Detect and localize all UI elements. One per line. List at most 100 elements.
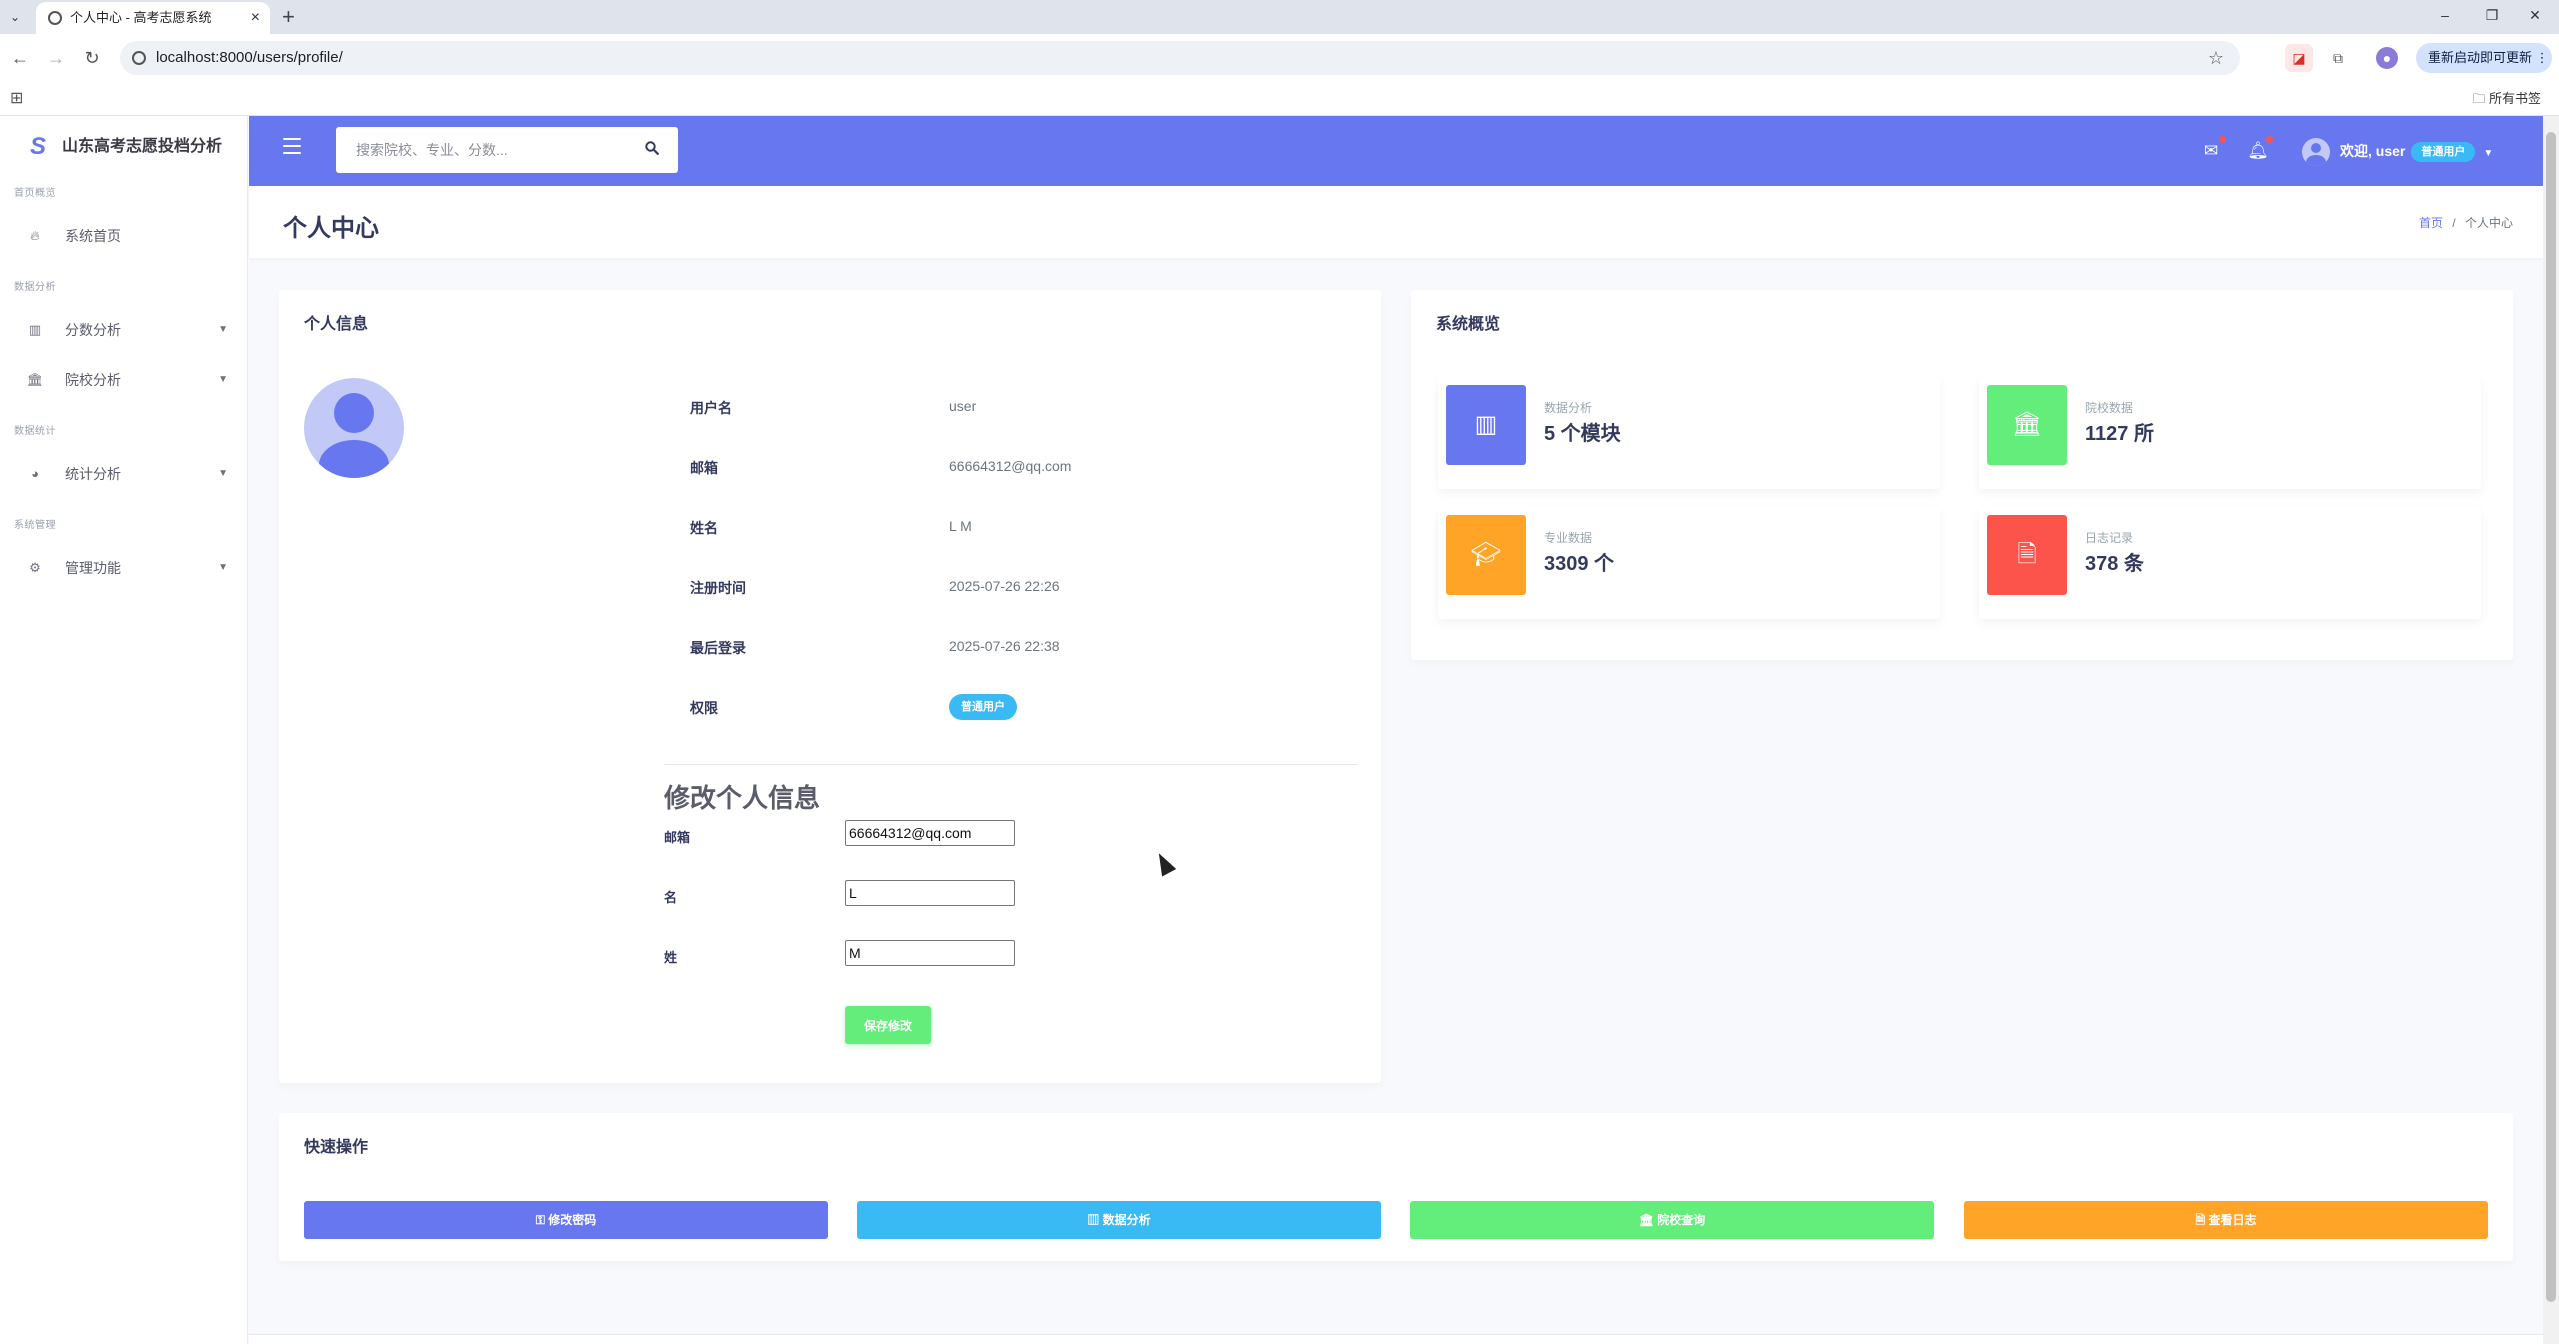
update-label: 重新启动即可更新 bbox=[2428, 50, 2533, 65]
user-dropdown[interactable]: 欢迎, user 普通用户 ▼ bbox=[2302, 134, 2493, 168]
site-info-icon[interactable] bbox=[132, 51, 146, 65]
welcome-text: 欢迎, user bbox=[2340, 143, 2406, 159]
notification-dot bbox=[2266, 136, 2273, 143]
notification-dot bbox=[2219, 136, 2226, 143]
name-value: L M bbox=[949, 518, 972, 534]
sidebar-item-statistics[interactable]: ◕ 统计分析 ▼ bbox=[0, 454, 248, 494]
stat-label: 数据分析 bbox=[1544, 401, 1593, 415]
permission-label: 权限 bbox=[690, 700, 718, 716]
stat-card-analysis: ▥ 数据分析 5 个模块 bbox=[1438, 377, 1940, 489]
profile-card-title: 个人信息 bbox=[304, 316, 369, 333]
forward-arrow-icon[interactable]: → bbox=[44, 46, 68, 70]
envelope-icon[interactable]: ✉ bbox=[2198, 136, 2226, 164]
sidebar: S 山东高考志愿投档分析 首页概览 🔥︎ 系统首页 数据分析 ▥ 分数分析 ▼ 🏛… bbox=[0, 116, 248, 1344]
page-scrollbar[interactable] bbox=[2543, 116, 2559, 1344]
data-analysis-button[interactable]: ▥ 数据分析 bbox=[857, 1201, 1381, 1239]
globe-icon bbox=[48, 11, 62, 25]
window-close-icon[interactable]: ✕ bbox=[2515, 0, 2555, 30]
sidebar-item-label: 系统首页 bbox=[65, 228, 121, 244]
email-field-label: 邮箱 bbox=[664, 830, 691, 845]
stat-value: 5 个模块 bbox=[1544, 423, 1621, 445]
button-label: 查看日志 bbox=[2208, 1213, 2257, 1227]
username-label: 用户名 bbox=[690, 400, 732, 416]
browser-tab-bar: ⌄ 个人中心 - 高考志愿系统 × + – ❐ ✕ bbox=[0, 0, 2559, 34]
apps-grid-icon[interactable]: ⊞ bbox=[10, 91, 26, 107]
last-login-label: 最后登录 bbox=[690, 640, 746, 656]
breadcrumb-home-link[interactable]: 首页 bbox=[2419, 216, 2443, 230]
breadcrumb-current: 个人中心 bbox=[2464, 216, 2513, 230]
sidebar-heading-management: 系统管理 bbox=[14, 520, 56, 531]
stat-label: 日志记录 bbox=[2085, 531, 2134, 545]
first-name-field[interactable] bbox=[845, 880, 1015, 906]
all-bookmarks-button[interactable]: 🗀 所有书签 bbox=[2472, 82, 2541, 116]
profile-card: 个人信息 用户名 user 邮箱 66664312@qq.com 姓名 L M … bbox=[279, 290, 1381, 1083]
first-name-field-label: 名 bbox=[664, 890, 678, 905]
tab-close-icon[interactable]: × bbox=[251, 2, 260, 34]
new-tab-plus-icon[interactable]: + bbox=[282, 2, 295, 32]
stat-card-logs: 🗎 日志记录 378 条 bbox=[1979, 507, 2481, 619]
name-label: 姓名 bbox=[690, 520, 718, 536]
quick-actions-card: 快速操作 ⚿ 修改密码 ▥ 数据分析 🏛︎ 院校查询 🗎 查看日志 bbox=[279, 1113, 2513, 1261]
sidebar-brand[interactable]: S 山东高考志愿投档分析 bbox=[30, 132, 222, 162]
restore-icon[interactable]: ❐ bbox=[2472, 0, 2512, 30]
university-icon: 🏛︎ bbox=[1987, 385, 2067, 465]
quick-actions-row: ⚿ 修改密码 ▥ 数据分析 🏛︎ 院校查询 🗎 查看日志 bbox=[304, 1201, 2488, 1239]
stat-value: 378 条 bbox=[2085, 553, 2144, 575]
sidebar-item-school-analysis[interactable]: 🏛︎ 院校分析 ▼ bbox=[0, 360, 248, 400]
last-login-value: 2025-07-26 22:38 bbox=[949, 638, 1060, 654]
last-name-field[interactable] bbox=[845, 940, 1015, 966]
chart-icon: ▥ bbox=[28, 322, 42, 337]
chevron-down-icon: ▼ bbox=[2483, 148, 2494, 159]
browser-update-button[interactable]: 重新启动即可更新 ⋮ bbox=[2416, 43, 2552, 73]
scrollbar-thumb[interactable] bbox=[2546, 132, 2556, 1302]
change-password-button[interactable]: ⚿ 修改密码 bbox=[304, 1201, 828, 1239]
extensions-puzzle-icon[interactable]: ⧉ bbox=[2324, 44, 2352, 72]
reload-icon[interactable]: ↻ bbox=[80, 46, 104, 70]
browser-tab-active[interactable]: 个人中心 - 高考志愿系统 × bbox=[36, 2, 270, 34]
file-icon: 🗎 bbox=[2195, 1213, 2206, 1227]
chevron-down-icon: ▼ bbox=[218, 468, 228, 479]
sidebar-item-home[interactable]: 🔥︎ 系统首页 bbox=[0, 216, 248, 256]
bookmark-star-icon[interactable]: ☆ bbox=[2208, 41, 2224, 75]
quick-actions-title: 快速操作 bbox=[304, 1139, 369, 1156]
url-omnibox[interactable]: localhost:8000/users/profile/ ☆ bbox=[120, 41, 2240, 75]
minimize-icon[interactable]: – bbox=[2425, 0, 2465, 30]
stat-card-schools: 🏛︎ 院校数据 1127 所 bbox=[1979, 377, 2481, 489]
search-input[interactable] bbox=[336, 127, 626, 173]
breadcrumb: 首页 / 个人中心 bbox=[2419, 214, 2513, 231]
brand-logo-icon: S bbox=[30, 133, 47, 160]
page-header: 个人中心 首页 / 个人中心 bbox=[249, 186, 2543, 258]
save-button[interactable]: 保存修改 bbox=[845, 1006, 931, 1044]
overview-card-title: 系统概览 bbox=[1436, 316, 1501, 333]
chevron-down-icon: ▼ bbox=[218, 324, 228, 335]
key-icon: ⚿ bbox=[535, 1213, 545, 1227]
university-icon: 🏛︎ bbox=[26, 372, 44, 387]
top-navbar: ✉ 🔔︎ 欢迎, user 普通用户 ▼ bbox=[249, 116, 2543, 186]
chevron-down-icon: ▼ bbox=[218, 562, 228, 573]
extension-icon[interactable]: ◪ bbox=[2285, 44, 2313, 72]
sidebar-item-label: 管理功能 bbox=[65, 560, 121, 576]
view-logs-button[interactable]: 🗎 查看日志 bbox=[1964, 1201, 2488, 1239]
bar-chart-icon: ▥ bbox=[1446, 385, 1526, 465]
sidebar-item-label: 分数分析 bbox=[65, 322, 121, 338]
last-name-field-label: 姓 bbox=[664, 950, 678, 965]
hamburger-menu-icon[interactable] bbox=[283, 138, 301, 154]
sidebar-heading-statistics: 数据统计 bbox=[14, 426, 56, 437]
bell-icon[interactable]: 🔔︎ bbox=[2245, 136, 2273, 164]
email-label: 邮箱 bbox=[690, 460, 718, 476]
email-field[interactable] bbox=[845, 820, 1015, 846]
tab-search-chevron-icon[interactable]: ⌄ bbox=[6, 8, 24, 26]
stat-value: 1127 所 bbox=[2085, 423, 2154, 445]
sidebar-item-management[interactable]: ⚙ 管理功能 ▼ bbox=[0, 548, 248, 588]
register-time-value: 2025-07-26 22:26 bbox=[949, 578, 1060, 594]
search-button[interactable] bbox=[626, 127, 678, 173]
cogs-icon: ⚙ bbox=[29, 560, 41, 575]
role-badge: 普通用户 bbox=[2411, 142, 2476, 163]
sidebar-item-score-analysis[interactable]: ▥ 分数分析 ▼ bbox=[0, 310, 248, 350]
edit-profile-title: 修改个人信息 bbox=[664, 783, 821, 813]
stat-value: 3309 个 bbox=[1544, 553, 1615, 575]
pie-icon: ◕ bbox=[31, 466, 39, 481]
school-query-button[interactable]: 🏛︎ 院校查询 bbox=[1410, 1201, 1934, 1239]
profile-avatar-icon[interactable]: ● bbox=[2376, 47, 2398, 69]
back-arrow-icon[interactable]: ← bbox=[8, 46, 32, 70]
